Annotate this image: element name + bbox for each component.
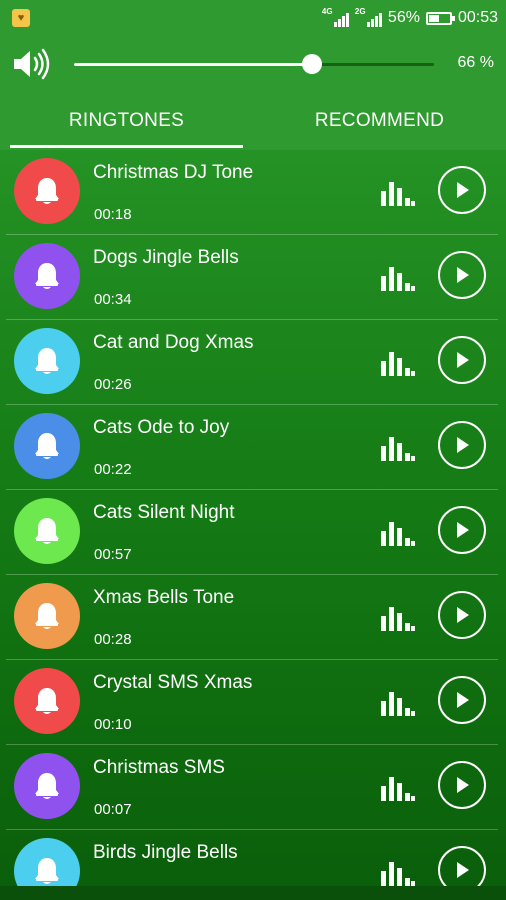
bell-icon	[14, 328, 80, 394]
status-right: 4G 2G 56% 00:53	[321, 7, 498, 27]
play-button[interactable]	[438, 761, 486, 809]
ringtone-title: Crystal SMS Xmas	[93, 672, 253, 693]
clock: 00:53	[457, 9, 498, 26]
ringtone-duration: 00:10	[94, 716, 132, 733]
bell-icon	[14, 498, 80, 564]
equalizer-icon	[381, 692, 415, 716]
play-icon	[457, 862, 469, 878]
volume-row: 66 %	[0, 36, 506, 92]
play-icon	[457, 182, 469, 198]
play-icon	[457, 437, 469, 453]
ringtone-duration: 00:34	[94, 291, 132, 308]
play-icon	[457, 777, 469, 793]
ringtone-row[interactable]: Cats Silent Night 00:57	[6, 490, 498, 575]
play-icon	[457, 522, 469, 538]
tab-bar: RINGTONES RECOMMEND	[0, 92, 506, 150]
battery-percent: 56%	[387, 9, 420, 26]
play-icon	[457, 607, 469, 623]
ringtone-title: Xmas Bells Tone	[93, 587, 235, 608]
equalizer-icon	[381, 267, 415, 291]
volume-slider[interactable]	[74, 63, 434, 66]
speaker-icon[interactable]	[12, 48, 52, 80]
battery-icon	[425, 11, 455, 25]
play-button[interactable]	[438, 846, 486, 886]
ringtone-title: Christmas SMS	[93, 757, 225, 778]
play-button[interactable]	[438, 591, 486, 639]
ringtone-title: Birds Jingle Bells	[93, 842, 238, 863]
ringtone-row[interactable]: Dogs Jingle Bells 00:34	[6, 235, 498, 320]
bottom-edge	[0, 886, 506, 900]
equalizer-icon	[381, 352, 415, 376]
equalizer-icon	[381, 437, 415, 461]
ringtone-duration: 00:07	[94, 801, 132, 818]
ringtone-title: Dogs Jingle Bells	[93, 247, 239, 268]
ringtone-row[interactable]: Cats Ode to Joy 00:22	[6, 405, 498, 490]
equalizer-icon	[381, 182, 415, 206]
ringtone-duration: 00:18	[94, 206, 132, 223]
play-button[interactable]	[438, 676, 486, 724]
equalizer-icon	[381, 777, 415, 801]
ringtone-duration: 00:28	[94, 631, 132, 648]
ringtone-title: Cats Ode to Joy	[93, 417, 230, 438]
ringtone-list: Christmas DJ Tone 00:18 Dogs Jingle Bell…	[0, 150, 506, 886]
bell-icon	[14, 753, 80, 819]
ringtone-row[interactable]: Crystal SMS Xmas 00:10	[6, 660, 498, 745]
ringtone-row[interactable]: Christmas SMS 00:07	[6, 745, 498, 830]
ringtone-title: Cat and Dog Xmas	[93, 332, 254, 353]
bell-icon	[14, 243, 80, 309]
bell-icon	[14, 158, 80, 224]
ringtone-row[interactable]: Christmas DJ Tone 00:18	[6, 150, 498, 235]
ringtone-duration: 00:26	[94, 376, 132, 393]
play-button[interactable]	[438, 336, 486, 384]
volume-slider-thumb[interactable]	[301, 54, 322, 74]
equalizer-icon	[381, 607, 415, 631]
volume-value: 66 %	[457, 54, 494, 71]
ringtone-row[interactable]: Xmas Bells Tone 00:28	[6, 575, 498, 660]
play-icon	[457, 692, 469, 708]
ringtone-duration: 00:57	[94, 546, 132, 563]
bell-icon	[14, 583, 80, 649]
network-type-1: 4G	[321, 7, 333, 16]
tab-recommend[interactable]: RECOMMEND	[253, 92, 506, 150]
play-button[interactable]	[438, 251, 486, 299]
ringtone-row[interactable]: Cat and Dog Xmas 00:26	[6, 320, 498, 405]
equalizer-icon	[381, 862, 415, 886]
network-type-2: 2G	[354, 7, 366, 16]
signal-4g-icon: 4G	[321, 7, 349, 27]
bell-icon	[14, 838, 80, 886]
bell-icon	[14, 668, 80, 734]
ringtone-row[interactable]: Birds Jingle Bells 00:10	[6, 830, 498, 886]
screen: ♥ 4G 2G 56% 00:53 66 % RINGTONES RECOMME…	[0, 0, 506, 900]
bell-icon	[14, 413, 80, 479]
play-button[interactable]	[438, 421, 486, 469]
volume-slider-fill	[74, 63, 312, 66]
equalizer-icon	[381, 522, 415, 546]
play-icon	[457, 267, 469, 283]
status-bar: ♥ 4G 2G 56% 00:53	[0, 0, 506, 36]
ringtone-title: Cats Silent Night	[93, 502, 235, 523]
tab-ringtones[interactable]: RINGTONES	[0, 92, 253, 150]
play-button[interactable]	[438, 166, 486, 214]
app-notification-icon: ♥	[12, 9, 30, 27]
ringtone-duration: 00:22	[94, 461, 132, 478]
signal-2g-icon: 2G	[354, 7, 382, 27]
ringtone-title: Christmas DJ Tone	[93, 162, 254, 183]
play-button[interactable]	[438, 506, 486, 554]
play-icon	[457, 352, 469, 368]
